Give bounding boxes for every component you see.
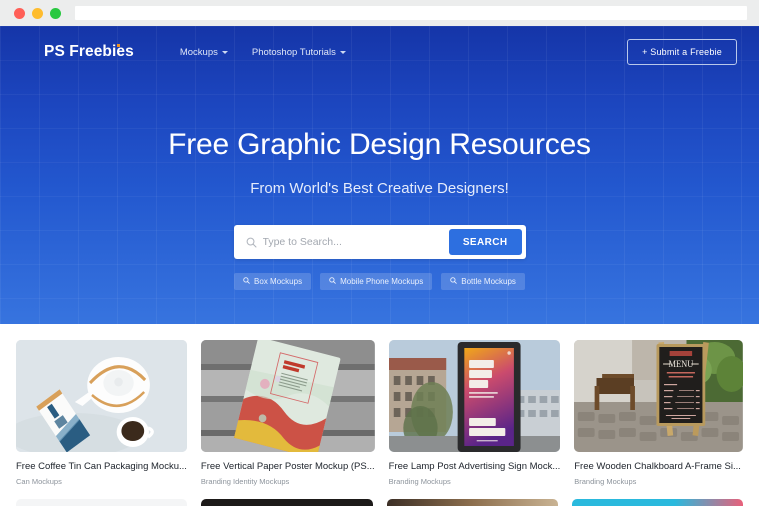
next-row-thumbnail-2[interactable] xyxy=(201,499,373,506)
card-title: Free Wooden Chalkboard A-Frame Si... xyxy=(574,461,741,472)
tag-box-mockups-label: Box Mockups xyxy=(254,277,303,286)
svg-text:MENU: MENU xyxy=(669,359,695,369)
submit-freebie-button[interactable]: + Submit a Freebie xyxy=(627,39,737,65)
nav-item-photoshop-tutorials-label: Photoshop Tutorials xyxy=(251,46,336,58)
chevron-down-icon xyxy=(221,51,228,54)
nav-item-mockups[interactable]: Mockups xyxy=(180,47,228,58)
hero-section: PS Freebies Mockups Photoshop Tutorials … xyxy=(0,26,759,324)
card-title: Free Vertical Paper Poster Mockup (PS... xyxy=(200,461,375,472)
navbar: PS Freebies Mockups Photoshop Tutorials … xyxy=(0,26,759,78)
lamp-post-sign-thumbnail xyxy=(388,340,561,452)
tag-box-mockups[interactable]: Box Mockups xyxy=(234,273,312,290)
freebies-grid-next-row xyxy=(16,499,743,506)
window-controls xyxy=(14,7,61,19)
coffee-tin-can-thumbnail xyxy=(16,340,187,452)
card-lamp-post-sign[interactable]: Free Lamp Post Advertising Sign Mock... … xyxy=(388,340,561,487)
search-icon xyxy=(243,277,250,286)
tag-mobile-phone-mockups[interactable]: Mobile Phone Mockups xyxy=(320,273,433,290)
tag-bottle-mockups[interactable]: Bottle Mockups xyxy=(441,273,525,290)
hero-body: Free Graphic Design Resources From World… xyxy=(0,78,759,290)
search-icon xyxy=(329,277,336,286)
address-bar[interactable] xyxy=(75,6,747,20)
maximize-window-button[interactable] xyxy=(50,7,61,19)
tag-mobile-phone-mockups-label: Mobile Phone Mockups xyxy=(340,277,424,286)
chevron-down-icon xyxy=(339,51,346,54)
search-icon xyxy=(450,277,458,286)
freebies-grid-section: Free Coffee Tin Can Packaging Mocku... C… xyxy=(0,324,759,506)
logo-accent-dot-icon xyxy=(116,44,120,47)
card-category: Branding Mockups xyxy=(388,477,451,487)
freebies-grid: Free Coffee Tin Can Packaging Mocku... C… xyxy=(16,340,743,486)
nav-item-photoshop-tutorials[interactable]: Photoshop Tutorials xyxy=(252,47,346,58)
next-row-thumbnail-3[interactable] xyxy=(386,499,558,506)
minimize-window-button[interactable] xyxy=(32,7,43,19)
card-category: Branding Mockups xyxy=(574,477,637,487)
nav-item-mockups-label: Mockups xyxy=(179,46,218,58)
search-input[interactable] xyxy=(262,236,449,248)
browser-chrome xyxy=(0,0,759,26)
card-title: Free Coffee Tin Can Packaging Mocku... xyxy=(16,461,187,472)
tag-bottle-mockups-label: Bottle Mockups xyxy=(461,277,516,286)
card-coffee-tin-can[interactable]: Free Coffee Tin Can Packaging Mocku... C… xyxy=(16,340,187,486)
card-category: Can Mockups xyxy=(16,477,62,487)
site-logo-text: PS Freebies xyxy=(44,43,134,60)
vertical-paper-poster-thumbnail xyxy=(200,340,375,452)
next-row-thumbnail-4[interactable] xyxy=(571,499,743,506)
search-button[interactable]: SEARCH xyxy=(448,229,522,255)
site-logo[interactable]: PS Freebies xyxy=(44,43,134,61)
card-title: Free Lamp Post Advertising Sign Mock... xyxy=(388,461,561,472)
search-bar: SEARCH xyxy=(233,225,526,259)
search-icon xyxy=(246,237,257,248)
hero-title: Free Graphic Design Resources xyxy=(168,128,591,161)
nav-links: Mockups Photoshop Tutorials xyxy=(180,47,346,58)
hero-subtitle: From World's Best Creative Designers! xyxy=(250,180,509,197)
card-vertical-paper-poster[interactable]: Free Vertical Paper Poster Mockup (PS...… xyxy=(200,340,375,487)
wooden-chalkboard-thumbnail: MENU xyxy=(574,340,743,452)
next-row-thumbnail-1[interactable] xyxy=(16,499,188,506)
card-category: Branding Identity Mockups xyxy=(200,477,290,487)
close-window-button[interactable] xyxy=(14,7,25,19)
suggested-tags: Box Mockups Mobile Phone Mockups Bottle … xyxy=(0,273,759,290)
card-wooden-chalkboard[interactable]: MENU Free Wooden Chalkboard A-Frame Si..… xyxy=(574,340,743,486)
